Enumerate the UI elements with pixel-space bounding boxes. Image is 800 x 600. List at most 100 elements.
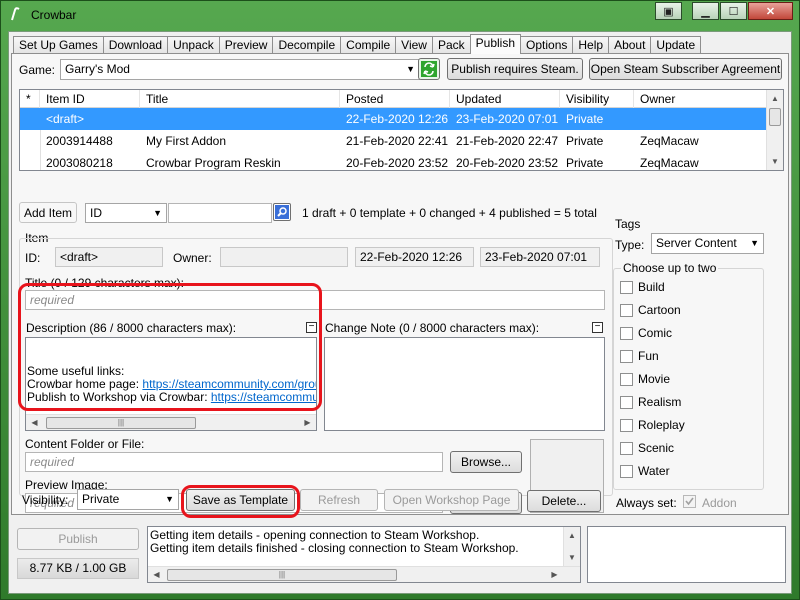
tag-checkbox-scenic[interactable] xyxy=(620,442,633,455)
crowbar-app-icon xyxy=(11,7,20,21)
item-id-field: <draft> xyxy=(55,247,163,267)
content-input[interactable]: required xyxy=(25,452,443,472)
search-icon xyxy=(275,205,289,219)
tag-label-cartoon: Cartoon xyxy=(638,303,681,317)
tag-checkbox-build[interactable] xyxy=(620,281,633,294)
tag-checkbox-roleplay[interactable] xyxy=(620,419,633,432)
scroll-thumb[interactable] xyxy=(769,108,781,126)
cell-title: Crowbar Program Reskin xyxy=(146,156,281,170)
scroll-down-icon[interactable]: ▼ xyxy=(767,153,783,170)
table-row[interactable]: <draft> 22-Feb-2020 12:26 23-Feb-2020 07:0… xyxy=(20,108,768,130)
window-title: Crowbar xyxy=(31,8,77,22)
log-line: Getting item details finished - closing … xyxy=(150,541,519,555)
visibility-dropdown[interactable]: Private ▼ xyxy=(77,489,179,510)
col-posted[interactable]: Posted xyxy=(340,90,450,108)
restore-icon[interactable]: ▣ xyxy=(655,2,682,20)
add-item-button[interactable]: Add Item xyxy=(19,202,77,223)
tag-checkbox-realism[interactable] xyxy=(620,396,633,409)
cell-owner: ZeqMacaw xyxy=(640,156,699,170)
search-button[interactable] xyxy=(273,203,291,221)
open-workshop-page-button[interactable]: Open Workshop Page xyxy=(384,489,519,511)
cell-updated: 23-Feb-2020 07:01 xyxy=(456,112,559,126)
scroll-right-icon[interactable]: ▶ xyxy=(546,567,563,582)
tab-about[interactable]: About xyxy=(608,36,652,54)
scroll-left-icon[interactable]: ◀ xyxy=(148,567,165,582)
refresh-button[interactable]: Refresh xyxy=(300,489,378,511)
grid-line xyxy=(40,130,41,152)
tab-set-up-games[interactable]: Set Up Games xyxy=(13,36,104,54)
tag-label-scenic: Scenic xyxy=(638,441,675,455)
tab-unpack[interactable]: Unpack xyxy=(167,36,220,54)
col-item-id[interactable]: Item ID xyxy=(40,90,140,108)
cell-updated: 20-Feb-2020 23:52 xyxy=(456,156,559,170)
title-bar[interactable]: Crowbar ▣ ▁ ☐ ✕ xyxy=(1,1,799,29)
list-header: * Item ID Title Posted Updated Visibilit… xyxy=(20,90,768,108)
publish-button[interactable]: Publish xyxy=(17,528,139,550)
main-tabs: Set Up Games Download Unpack Preview Decompi… xyxy=(13,34,702,54)
tag-checkbox-comic[interactable] xyxy=(620,327,633,340)
cell-posted: 22-Feb-2020 12:26 xyxy=(346,112,449,126)
open-agreement-button[interactable]: Open Steam Subscriber Agreement xyxy=(589,58,782,80)
info-panel xyxy=(587,526,786,583)
scroll-up-icon[interactable]: ▲ xyxy=(767,90,783,107)
type-label: Type: xyxy=(615,238,645,252)
tag-type-dropdown[interactable]: Server Content ▼ xyxy=(651,233,764,254)
tab-pack[interactable]: Pack xyxy=(431,36,471,54)
table-row[interactable]: 2003080218 Crowbar Program Reskin 20-Feb-2… xyxy=(20,152,768,170)
publish-requires-steam-button[interactable]: Publish requires Steam. xyxy=(447,58,583,80)
hscroll-thumb[interactable]: ||| xyxy=(167,569,397,581)
cell-star xyxy=(20,130,40,152)
tab-publish[interactable]: Publish xyxy=(469,34,522,54)
col-title[interactable]: Title xyxy=(140,90,340,108)
col-updated[interactable]: Updated xyxy=(450,90,560,108)
description-hscroll[interactable]: ◀ ||| ▶ xyxy=(26,414,316,430)
game-dropdown[interactable]: Garry's Mod ▼ xyxy=(60,59,420,80)
minimize-icon[interactable]: ▁ xyxy=(692,2,719,20)
content-label: Content Folder or File: xyxy=(25,437,145,451)
tag-checkbox-fun[interactable] xyxy=(620,350,633,363)
cell-owner xyxy=(634,108,768,130)
change-note-label: Change Note (0 / 8000 characters max): xyxy=(325,321,540,335)
addon-label: Addon xyxy=(702,496,737,510)
tab-decompile[interactable]: Decompile xyxy=(272,36,342,54)
search-field-dropdown[interactable]: ID ▼ xyxy=(85,203,167,223)
maximize-icon[interactable]: ☐ xyxy=(720,2,747,20)
log-output[interactable]: Getting item details - opening connectio… xyxy=(147,526,581,583)
col-owner[interactable]: Owner xyxy=(634,90,768,108)
change-note-textarea[interactable] xyxy=(324,337,605,431)
collapse-change-note-icon[interactable]: − xyxy=(592,322,603,333)
scroll-up-icon[interactable]: ▲ xyxy=(564,527,580,544)
tab-download[interactable]: Download xyxy=(102,36,169,54)
log-hscroll[interactable]: ◀ ||| ▶ xyxy=(148,566,580,582)
tag-checkbox-cartoon[interactable] xyxy=(620,304,633,317)
delete-button[interactable]: Delete... xyxy=(527,490,601,512)
col-star[interactable]: * xyxy=(20,90,40,108)
tag-label-water: Water xyxy=(638,464,670,478)
scroll-right-icon[interactable]: ▶ xyxy=(299,415,316,430)
id-label: ID: xyxy=(25,251,41,265)
tab-help[interactable]: Help xyxy=(572,36,610,54)
scroll-left-icon[interactable]: ◀ xyxy=(26,415,43,430)
refresh-game-button[interactable] xyxy=(418,58,440,80)
table-row[interactable]: 2003914488 My First Addon 21-Feb-2020 22:4… xyxy=(20,130,768,152)
tab-compile[interactable]: Compile xyxy=(340,36,397,54)
list-scrollbar[interactable]: ▲ ▼ xyxy=(766,90,783,170)
log-vscroll[interactable]: ▲ ▼ xyxy=(563,527,580,566)
cell-owner: ZeqMacaw xyxy=(640,134,699,148)
browse-content-button[interactable]: Browse... xyxy=(450,451,522,473)
cell-updated: 21-Feb-2020 22:47 xyxy=(456,134,559,148)
scroll-down-icon[interactable]: ▼ xyxy=(564,549,580,566)
hscroll-thumb[interactable]: ||| xyxy=(46,417,196,429)
close-icon[interactable]: ✕ xyxy=(748,2,793,20)
tab-options[interactable]: Options xyxy=(520,36,574,54)
cell-visibility: Private xyxy=(566,134,604,148)
search-input[interactable] xyxy=(168,203,272,223)
tab-preview[interactable]: Preview xyxy=(218,36,274,54)
cell-star xyxy=(20,108,40,130)
tab-update[interactable]: Update xyxy=(650,36,702,54)
tag-checkbox-movie[interactable] xyxy=(620,373,633,386)
tab-view[interactable]: View xyxy=(395,36,433,54)
cell-id: <draft> xyxy=(46,112,85,126)
tag-checkbox-water[interactable] xyxy=(620,465,633,478)
col-visibility[interactable]: Visibility xyxy=(560,90,634,108)
